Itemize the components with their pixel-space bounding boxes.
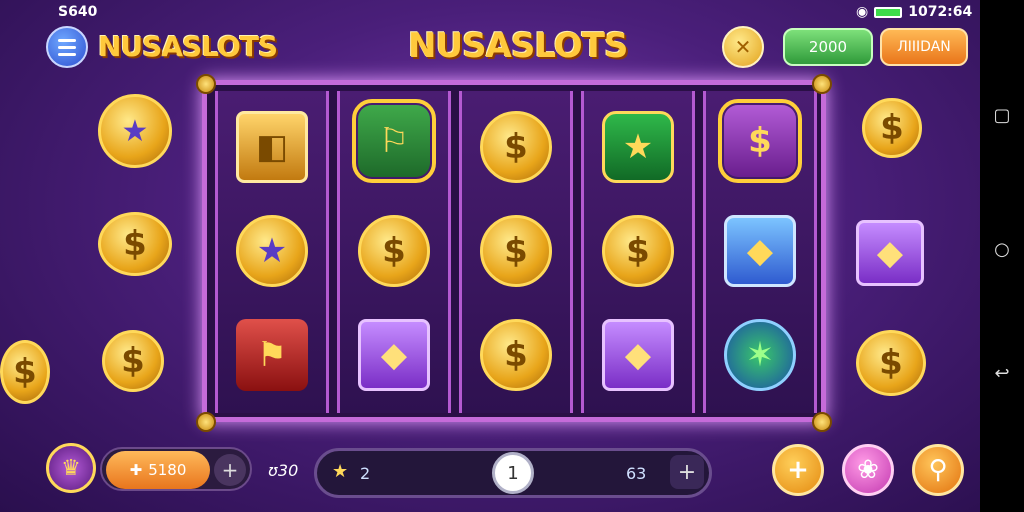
coin-stack-icon: $ [480,215,552,287]
frame-corner [196,74,216,94]
action-button[interactable]: ЛIIIDAN [880,28,968,66]
reel-2: ⚐ $ ◆ [337,91,451,413]
reel-3: $ $ $ [459,91,573,413]
back-button[interactable]: ↩ [980,358,1024,388]
chest-icon: ◆ [358,319,430,391]
reel-5: $ ◆ ✶ [703,91,817,413]
bet-value: 5180 [148,461,187,479]
side-chest-icon: ◆ [856,220,924,286]
star-card-icon: ★ [602,111,674,183]
chest-gold-icon: ◧ [236,111,308,183]
bet-increase-button[interactable]: + [214,454,246,486]
star-count: 2 [360,464,371,483]
reel-1: ◧ ★ ⚑ [215,91,329,413]
bow-icon: ⚑ [236,319,308,391]
gift-icon[interactable]: ❀ [842,444,894,496]
bet-button[interactable]: ✚ 5180 [106,451,210,489]
avatar[interactable]: ♛ [46,443,96,493]
status-carrier: S640 [58,4,98,20]
side-star-coin-icon: ★ [98,94,172,168]
reel-frame: ◧ ★ ⚑ ⚐ $ ◆ $ $ $ ★ $ ◆ $ ◆ ✶ [202,80,826,422]
spin-count-button[interactable]: 1 [492,452,534,494]
coin-icon: $ [602,215,674,287]
home-button[interactable]: ○ [980,234,1024,264]
coin-stack-icon: $ [358,215,430,287]
battery-icon [874,6,903,18]
side-coin-stack-icon: $ [102,330,164,392]
coin-gift-icon: $ [718,99,802,183]
lines-value: 63 [626,464,647,483]
brand-logo: NUSASLOTS [98,30,278,63]
status-time: 1072:64 [908,4,973,20]
gem-icon: ◆ [724,215,796,287]
side-coin-icon: $ [856,330,926,396]
side-coin-icon: $ [98,212,172,276]
star-coin-icon: ✶ [724,319,796,391]
frame-corner [812,412,832,432]
eye-icon: ◉ [856,4,869,20]
game-title: NUSASLOTS [408,26,628,66]
bet-label: ʊ30 [268,461,299,480]
plus-icon[interactable]: + [772,444,824,496]
side-coin-icon: $ [0,340,50,404]
chest-icon: ◆ [602,319,674,391]
coin-icon: $ [480,111,552,183]
reel-4: ★ $ ◆ [581,91,695,413]
status-indicators: ◉ 1072:64 [856,4,972,20]
star-icon: ★ [332,461,349,482]
lines-increase-button[interactable]: + [670,455,704,489]
side-coin-icon: $ [862,98,922,158]
recent-apps-button[interactable]: ▢ [980,100,1024,130]
menu-button[interactable] [46,26,88,68]
balance-button[interactable]: 2000 [783,28,873,66]
search-icon[interactable]: ⚲ [912,444,964,496]
star-coin-icon: ★ [236,215,308,287]
system-nav-bar: ▢ ○ ↩ [980,0,1024,512]
pennant-icon: ⚐ [352,99,436,183]
coin-icon[interactable]: ✕ [722,26,764,68]
plus-icon: ✚ [129,461,143,479]
frame-corner [812,74,832,94]
coin-icon: $ [480,319,552,391]
frame-corner [196,412,216,432]
